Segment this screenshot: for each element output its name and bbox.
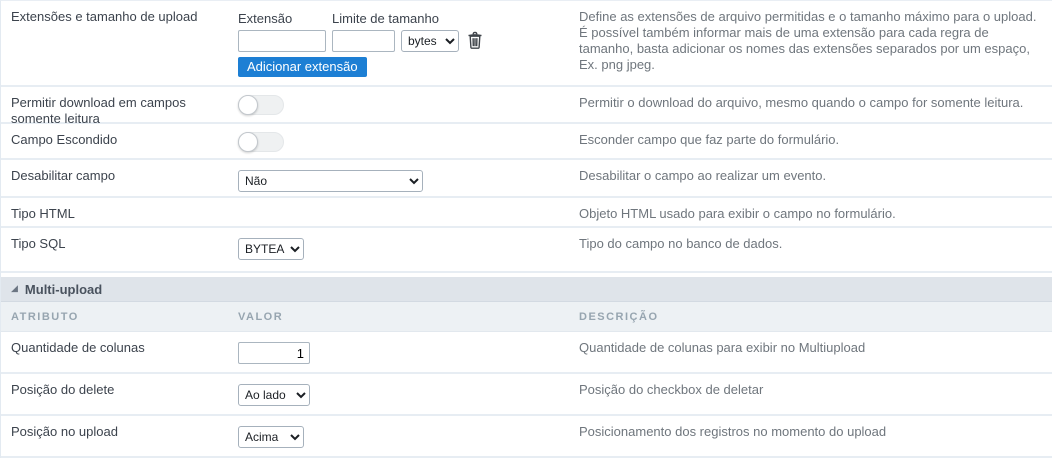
desabilitar-campo-select[interactable]: Não <box>238 170 423 192</box>
field-label-desabilitar-campo: Desabilitar campo <box>11 168 116 183</box>
row-extensions: Extensões e tamanho de upload Extensão L… <box>1 1 1052 87</box>
field-label-campo-escondido: Campo Escondido <box>11 132 118 147</box>
trash-icon <box>467 31 483 52</box>
row-campo-escondido: Campo Escondido Esconder campo que faz p… <box>1 124 1052 160</box>
row-posicao-delete: Posição do delete Ao lado Posição do che… <box>1 374 1052 416</box>
extensao-column-label: Extensão <box>238 11 293 26</box>
extensao-input[interactable] <box>238 30 326 52</box>
description-campo-escondido: Esconder campo que faz parte do formulár… <box>579 132 840 147</box>
limite-column-label: Limite de tamanho <box>332 11 439 26</box>
toggle-knob <box>238 132 258 152</box>
row-quantidade-colunas: Quantidade de colunas Quantidade de colu… <box>1 332 1052 374</box>
description-extensions: Define as extensões de arquivo permitida… <box>579 9 1037 72</box>
column-header-valor: VALOR <box>238 310 284 323</box>
row-tipo-html: Tipo HTML Objeto HTML usado para exibir … <box>1 198 1052 228</box>
description-posicao-delete: Posição do checkbox de deletar <box>579 382 764 397</box>
multi-upload-column-headers: ATRIBUTO VALOR DESCRIÇÃO <box>1 302 1052 332</box>
column-header-descricao: DESCRIÇÃO <box>579 310 659 323</box>
campo-escondido-toggle[interactable] <box>238 132 284 152</box>
toggle-knob <box>238 95 258 115</box>
description-desabilitar-campo: Desabilitar o campo ao realizar um event… <box>579 168 827 183</box>
row-posicao-upload: Posição no upload Acima Posicionamento d… <box>1 416 1052 458</box>
column-header-atributo: ATRIBUTO <box>11 310 79 323</box>
field-label-quantidade-colunas: Quantidade de colunas <box>11 340 145 355</box>
collapse-icon: ◢ <box>11 283 18 294</box>
field-label-posicao-upload: Posição no upload <box>11 424 118 439</box>
row-desabilitar-campo: Desabilitar campo Não Desabilitar o camp… <box>1 160 1052 198</box>
permitir-download-toggle[interactable] <box>238 95 284 115</box>
posicao-upload-select[interactable]: Acima <box>238 426 304 448</box>
row-tipo-sql: Tipo SQL BYTEA Tipo do campo no banco de… <box>1 228 1052 273</box>
tipo-sql-select[interactable]: BYTEA <box>238 238 304 260</box>
description-quantidade-colunas: Quantidade de colunas para exibir no Mul… <box>579 340 866 355</box>
field-label-posicao-delete: Posição do delete <box>11 382 115 397</box>
add-extension-button[interactable]: Adicionar extensão <box>238 57 367 77</box>
field-label-extensions: Extensões e tamanho de upload <box>11 9 198 24</box>
field-label-tipo-html: Tipo HTML <box>11 206 75 221</box>
limite-input[interactable] <box>332 30 395 52</box>
multi-upload-section-header[interactable]: ◢ Multi-upload <box>1 277 1052 302</box>
description-posicao-upload: Posicionamento dos registros no momento … <box>579 424 887 439</box>
description-permitir-download: Permitir o download do arquivo, mesmo qu… <box>579 95 1024 110</box>
row-permitir-download: Permitir download em campos somente leit… <box>1 87 1052 126</box>
field-settings-panel: Extensões e tamanho de upload Extensão L… <box>0 0 1052 458</box>
description-tipo-sql: Tipo do campo no banco de dados. <box>579 236 783 251</box>
section-title: Multi-upload <box>24 281 103 297</box>
delete-extension-button[interactable] <box>467 31 483 52</box>
posicao-delete-select[interactable]: Ao lado <box>238 384 310 406</box>
field-label-tipo-sql: Tipo SQL <box>11 236 66 251</box>
description-tipo-html: Objeto HTML usado para exibir o campo no… <box>579 206 896 221</box>
unit-select[interactable]: bytes <box>401 30 459 52</box>
field-label-permitir-download: Permitir download em campos somente leit… <box>11 95 186 126</box>
quantidade-colunas-input[interactable] <box>238 342 310 364</box>
